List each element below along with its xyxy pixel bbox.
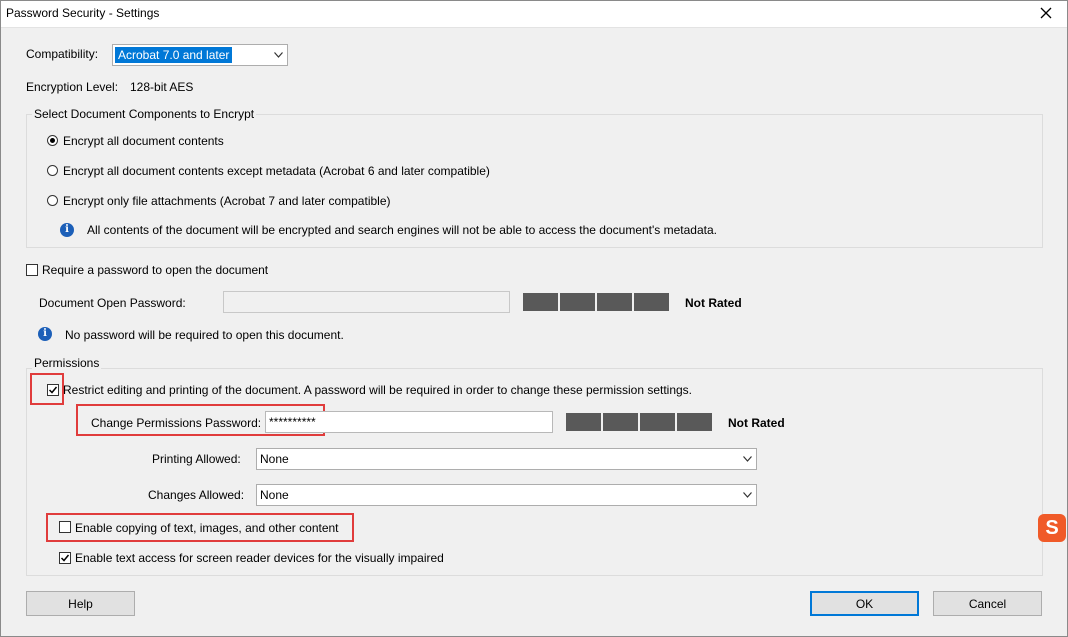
- info-icon: i: [38, 327, 52, 341]
- open-password-rating: Not Rated: [685, 296, 742, 310]
- radio-encrypt-attachments-label[interactable]: Encrypt only file attachments (Acrobat 7…: [63, 194, 391, 208]
- help-button[interactable]: Help: [26, 591, 135, 616]
- changes-allowed-label: Changes Allowed:: [148, 488, 245, 502]
- permissions-password-strength-meter: [566, 413, 712, 431]
- radio-encrypt-all-label[interactable]: Encrypt all document contents: [63, 134, 224, 148]
- require-open-password-checkbox[interactable]: [26, 264, 38, 276]
- close-icon: [1040, 7, 1052, 19]
- enable-copying-checkbox[interactable]: [59, 521, 71, 533]
- compatibility-value: Acrobat 7.0 and later: [115, 47, 233, 63]
- printing-allowed-value: None: [260, 452, 289, 466]
- restrict-editing-label[interactable]: Restrict editing and printing of the doc…: [63, 383, 692, 397]
- window-title: Password Security - Settings: [6, 6, 160, 20]
- radio-encrypt-except-metadata[interactable]: [47, 165, 58, 176]
- meter-segment: [603, 413, 638, 431]
- meter-segment: [566, 413, 601, 431]
- open-password-strength-meter: [523, 293, 669, 311]
- radio-selected-dot: [50, 138, 55, 143]
- title-bar: [0, 0, 1068, 28]
- encryption-level-value: 128-bit AES: [130, 80, 194, 94]
- require-open-password-label[interactable]: Require a password to open the document: [42, 263, 268, 277]
- open-password-field[interactable]: [223, 291, 510, 313]
- encryption-level-label: Encryption Level:: [26, 80, 119, 94]
- radio-encrypt-attachments[interactable]: [47, 195, 58, 206]
- permissions-password-value: **********: [269, 415, 316, 429]
- radio-encrypt-except-metadata-label[interactable]: Encrypt all document contents except met…: [63, 164, 490, 178]
- meter-segment: [677, 413, 712, 431]
- cancel-button[interactable]: Cancel: [933, 591, 1042, 616]
- screen-reader-access-checkbox[interactable]: [59, 552, 71, 564]
- changes-allowed-select[interactable]: None: [256, 484, 757, 506]
- permissions-group-title: Permissions: [32, 356, 102, 370]
- printing-allowed-select[interactable]: None: [256, 448, 757, 470]
- restrict-editing-checkbox[interactable]: [47, 384, 59, 396]
- enable-copying-label[interactable]: Enable copying of text, images, and othe…: [75, 521, 339, 535]
- open-password-info-text: No password will be required to open thi…: [65, 328, 344, 342]
- meter-segment: [523, 293, 558, 311]
- chevron-down-icon: [269, 45, 287, 65]
- components-info-text: All contents of the document will be enc…: [87, 223, 717, 237]
- compatibility-label: Compatibility:: [26, 47, 99, 61]
- screen-reader-access-label[interactable]: Enable text access for screen reader dev…: [75, 551, 444, 565]
- compatibility-select[interactable]: Acrobat 7.0 and later: [112, 44, 288, 66]
- radio-encrypt-all[interactable]: [47, 135, 58, 146]
- close-button[interactable]: [1032, 2, 1060, 24]
- permissions-password-field[interactable]: **********: [265, 411, 553, 433]
- printing-allowed-label: Printing Allowed:: [152, 452, 241, 466]
- meter-segment: [597, 293, 632, 311]
- permissions-group: [26, 368, 1043, 576]
- meter-segment: [634, 293, 669, 311]
- components-group-title: Select Document Components to Encrypt: [32, 107, 257, 121]
- chevron-down-icon: [738, 485, 756, 505]
- info-icon: i: [60, 223, 74, 237]
- checkmark-icon: [48, 386, 58, 394]
- permissions-password-rating: Not Rated: [728, 416, 785, 430]
- ok-button[interactable]: OK: [810, 591, 919, 616]
- checkmark-icon: [60, 554, 70, 562]
- changes-allowed-value: None: [260, 488, 289, 502]
- permissions-password-label: Change Permissions Password:: [91, 416, 262, 430]
- chevron-down-icon: [738, 449, 756, 469]
- meter-segment: [640, 413, 675, 431]
- input-method-logo-icon[interactable]: S: [1038, 514, 1066, 542]
- meter-segment: [560, 293, 595, 311]
- open-password-label: Document Open Password:: [39, 296, 186, 310]
